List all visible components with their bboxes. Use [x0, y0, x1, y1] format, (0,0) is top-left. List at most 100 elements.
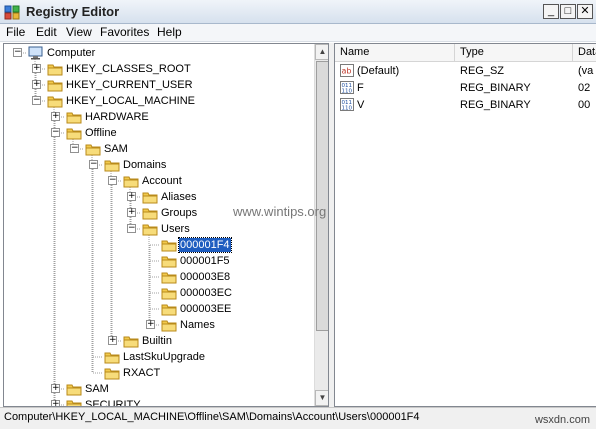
- expand-icon[interactable]: +: [51, 112, 60, 121]
- menu-edit[interactable]: Edit: [36, 25, 57, 39]
- folder-icon: [47, 64, 63, 76]
- tree-item-label: 000003EE: [180, 303, 232, 315]
- value-type: REG_BINARY: [460, 99, 531, 111]
- collapse-icon[interactable]: −: [51, 128, 60, 137]
- folder-icon: [142, 192, 158, 204]
- folder-icon: [47, 96, 63, 108]
- folder-icon: [142, 224, 158, 236]
- folder-icon: [142, 208, 158, 220]
- svg-text:110: 110: [342, 106, 353, 112]
- tree-item-label: Computer: [47, 47, 96, 59]
- menu-view[interactable]: View: [66, 25, 92, 39]
- expand-icon[interactable]: +: [51, 400, 60, 406]
- expand-icon[interactable]: +: [32, 64, 41, 73]
- window-title: Registry Editor: [26, 4, 120, 19]
- string-value-icon: ab: [340, 64, 354, 77]
- binary-value-icon: 011110: [340, 81, 354, 94]
- tree-item-label: SECURITY: [85, 399, 141, 407]
- expand-icon[interactable]: +: [51, 384, 60, 393]
- scroll-thumb[interactable]: [316, 61, 328, 331]
- folder-icon: [85, 144, 101, 156]
- value-name: V: [357, 99, 365, 111]
- folder-icon: [66, 112, 82, 124]
- expand-icon[interactable]: +: [108, 336, 117, 345]
- value-name: F: [357, 82, 364, 94]
- list-header: Name Type Data: [335, 44, 596, 62]
- tree-item-label: 000003E8: [180, 271, 231, 283]
- collapse-icon[interactable]: −: [32, 96, 41, 105]
- folder-icon: [104, 368, 120, 380]
- tree-item-label: HKEY_LOCAL_MACHINE: [66, 95, 195, 107]
- scroll-up-arrow[interactable]: ▲: [315, 44, 328, 60]
- minimize-button[interactable]: _: [543, 4, 559, 19]
- values-list[interactable]: Name Type Data ab (Default) REG_SZ (va 01111…: [334, 43, 596, 407]
- value-row[interactable]: ab (Default) REG_SZ (va: [335, 63, 596, 79]
- maximize-button[interactable]: □: [560, 4, 576, 19]
- collapse-icon[interactable]: −: [13, 48, 22, 57]
- tree-item-label: RXACT: [123, 367, 161, 379]
- menu-favorites[interactable]: Favorites: [100, 25, 149, 39]
- tree-item-label: SAM: [104, 143, 128, 155]
- value-data: 00: [578, 99, 591, 111]
- svg-text:ab: ab: [342, 67, 352, 76]
- tree-item-label: HKEY_CURRENT_USER: [66, 79, 193, 91]
- value-name: (Default): [357, 65, 400, 77]
- tree-scrollbar[interactable]: ▲ ▼: [314, 44, 328, 406]
- folder-icon: [161, 240, 177, 252]
- folder-icon: [104, 352, 120, 364]
- column-header-type[interactable]: Type: [455, 44, 573, 61]
- tree-item-label: Builtin: [142, 335, 172, 347]
- folder-icon: [47, 80, 63, 92]
- folder-icon: [161, 256, 177, 268]
- collapse-icon[interactable]: −: [108, 176, 117, 185]
- expand-icon[interactable]: +: [32, 80, 41, 89]
- title-bar[interactable]: Registry Editor _ □ ✕: [0, 0, 596, 24]
- registry-editor-icon: [4, 5, 20, 20]
- tree-item-label: 000001F4: [178, 237, 232, 253]
- value-type: REG_BINARY: [460, 82, 531, 94]
- value-row[interactable]: 011 110 V REG_BINARY 00: [335, 97, 596, 113]
- folder-icon: [161, 272, 177, 284]
- value-data: 02: [578, 82, 591, 94]
- expand-icon[interactable]: +: [127, 208, 136, 217]
- folder-icon: [161, 288, 177, 300]
- scroll-down-arrow[interactable]: ▼: [315, 390, 328, 406]
- column-header-name[interactable]: Name: [335, 44, 455, 61]
- menu-bar: File Edit View Favorites Help: [0, 24, 596, 42]
- folder-icon: [123, 176, 139, 188]
- expand-icon[interactable]: +: [146, 320, 155, 329]
- collapse-icon[interactable]: −: [127, 224, 136, 233]
- tree-item-label: LastSkuUpgrade: [123, 351, 205, 363]
- tree-item-label: Names: [180, 319, 215, 331]
- close-button[interactable]: ✕: [577, 4, 593, 19]
- tree-item-label: 000003EC: [180, 287, 232, 299]
- watermark-corner: wsxdn.com: [534, 414, 590, 426]
- watermark-wintips: www.wintips.org: [233, 204, 327, 219]
- tree-item-label: Account: [142, 175, 182, 187]
- column-header-data[interactable]: Data: [573, 44, 596, 61]
- tree-item-label: HARDWARE: [85, 111, 149, 123]
- computer-icon: [28, 46, 43, 60]
- folder-icon: [123, 336, 139, 348]
- tree-item-label: Groups: [161, 207, 198, 219]
- svg-text:110: 110: [342, 89, 353, 95]
- value-data: (va: [578, 65, 594, 77]
- folder-icon: [161, 304, 177, 316]
- folder-icon: [104, 160, 120, 172]
- value-type: REG_SZ: [460, 65, 505, 77]
- menu-file[interactable]: File: [6, 25, 25, 39]
- binary-value-icon: 011110: [340, 98, 354, 111]
- expand-icon[interactable]: +: [127, 192, 136, 201]
- tree-item-label: Offline: [85, 127, 117, 139]
- menu-help[interactable]: Help: [157, 25, 182, 39]
- status-bar: Computer\HKEY_LOCAL_MACHINE\Offline\SAM\…: [0, 407, 596, 429]
- registry-tree[interactable]: − Computer + HKEY_CLASSES_ROOT + HKEY_CURRENT…: [3, 43, 329, 407]
- tree-item-label: 000001F5: [180, 255, 230, 267]
- tree-item-label: Aliases: [161, 191, 197, 203]
- folder-icon: [66, 128, 82, 140]
- folder-icon: [66, 384, 82, 396]
- collapse-icon[interactable]: −: [89, 160, 98, 169]
- tree-item-label: HKEY_CLASSES_ROOT: [66, 63, 191, 75]
- collapse-icon[interactable]: −: [70, 144, 79, 153]
- value-row[interactable]: 011 110 F REG_BINARY 02: [335, 80, 596, 96]
